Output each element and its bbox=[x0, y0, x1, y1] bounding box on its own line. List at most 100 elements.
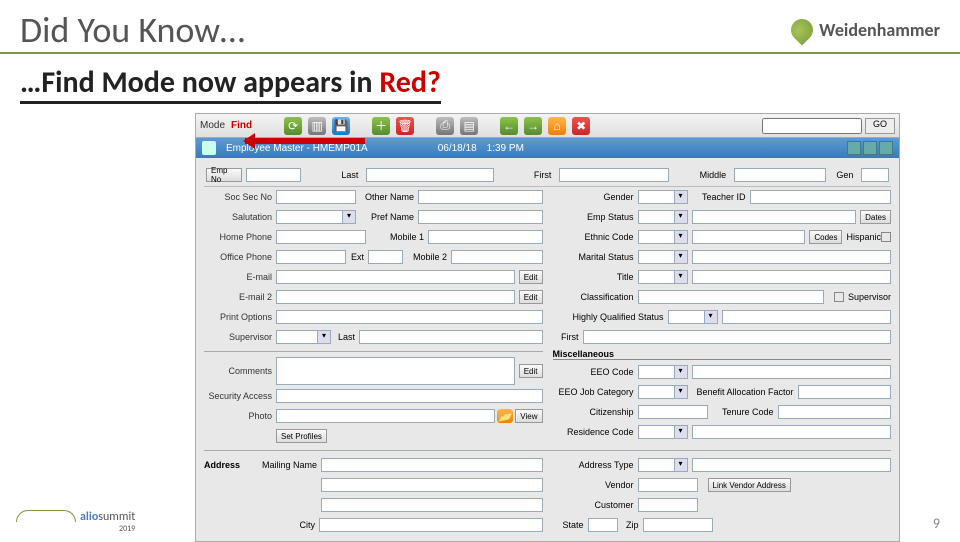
home-phone-field[interactable] bbox=[276, 230, 366, 244]
prev-icon[interactable]: ← bbox=[500, 117, 518, 135]
benefit-field[interactable] bbox=[798, 385, 892, 399]
refresh-icon[interactable]: ⟳ bbox=[284, 117, 302, 135]
hispanic-checkbox[interactable] bbox=[881, 232, 891, 242]
emp-no-button[interactable]: Emp No bbox=[206, 168, 242, 182]
comments-field[interactable] bbox=[276, 357, 515, 385]
first-field[interactable] bbox=[559, 168, 669, 182]
customer-field[interactable] bbox=[638, 498, 698, 512]
state-field[interactable] bbox=[588, 518, 618, 532]
eeo-code-dropdown[interactable] bbox=[638, 365, 688, 379]
minimize-icon[interactable] bbox=[847, 141, 861, 155]
supervisor-dropdown[interactable] bbox=[276, 330, 331, 344]
mobile1-label: Mobile 1 bbox=[366, 232, 428, 242]
address-type-dropdown[interactable] bbox=[638, 458, 688, 472]
close-window-icon[interactable] bbox=[879, 141, 893, 155]
middle-field[interactable] bbox=[734, 168, 826, 182]
email-edit-button[interactable]: Edit bbox=[519, 270, 543, 284]
print-icon[interactable]: ⎙ bbox=[436, 117, 454, 135]
eeo-job-label: EEO Job Category bbox=[553, 387, 638, 397]
columns-icon[interactable]: ▥ bbox=[308, 117, 326, 135]
sup-first-field[interactable] bbox=[583, 330, 892, 344]
email2-label: E-mail 2 bbox=[204, 292, 276, 302]
email2-field[interactable] bbox=[276, 290, 515, 304]
title-dropdown[interactable] bbox=[638, 270, 688, 284]
add-icon[interactable]: ＋ bbox=[372, 117, 390, 135]
zip-label: Zip bbox=[618, 520, 643, 530]
photo-field[interactable] bbox=[276, 409, 495, 423]
residence-desc[interactable] bbox=[692, 425, 892, 439]
supervisor-checkbox[interactable] bbox=[834, 292, 844, 302]
gender-dropdown[interactable] bbox=[638, 190, 688, 204]
hispanic-label: Hispanic bbox=[846, 232, 881, 242]
teacher-id-field[interactable] bbox=[750, 190, 892, 204]
classification-field[interactable] bbox=[638, 290, 824, 304]
ext-field[interactable] bbox=[368, 250, 403, 264]
export-icon[interactable]: ▤ bbox=[460, 117, 478, 135]
office-phone-field[interactable] bbox=[276, 250, 346, 264]
sup-last-field[interactable] bbox=[359, 330, 543, 344]
link-vendor-button[interactable]: Link Vendor Address bbox=[708, 478, 791, 492]
view-button[interactable]: View bbox=[515, 409, 542, 423]
tenure-field[interactable] bbox=[778, 405, 892, 419]
city-field[interactable] bbox=[319, 518, 543, 532]
emp-status-desc[interactable] bbox=[692, 210, 857, 224]
hq-status-desc[interactable] bbox=[722, 310, 892, 324]
ethnic-desc[interactable] bbox=[692, 230, 806, 244]
address-line1-field[interactable] bbox=[321, 478, 543, 492]
form-body: Emp No Last First Middle Gen Soc Sec NoO… bbox=[196, 158, 899, 541]
mobile2-field[interactable] bbox=[451, 250, 543, 264]
zip-field[interactable] bbox=[643, 518, 713, 532]
leaf-icon bbox=[787, 14, 818, 45]
codes-button[interactable]: Codes bbox=[809, 230, 842, 244]
home-icon[interactable]: ⌂ bbox=[548, 117, 566, 135]
print-options-field[interactable] bbox=[276, 310, 543, 324]
pref-name-field[interactable] bbox=[418, 210, 543, 224]
other-name-label: Other Name bbox=[356, 192, 418, 202]
window-time: 1:39 PM bbox=[487, 143, 524, 154]
mobile1-field[interactable] bbox=[428, 230, 543, 244]
mailing-name-field[interactable] bbox=[321, 458, 543, 472]
app-window: Mode Find ⟳ ▥ 💾 ＋ 🗑 ⎙ ▤ ← → ⌂ ✖ GO Emplo… bbox=[195, 113, 900, 542]
title-desc[interactable] bbox=[692, 270, 892, 284]
hq-status-dropdown[interactable] bbox=[668, 310, 718, 324]
eeo-code-desc[interactable] bbox=[692, 365, 892, 379]
citizenship-label: Citizenship bbox=[553, 407, 638, 417]
comments-edit-button[interactable]: Edit bbox=[519, 364, 543, 378]
goto-input[interactable] bbox=[762, 118, 862, 134]
email-field[interactable] bbox=[276, 270, 515, 284]
maximize-icon[interactable] bbox=[863, 141, 877, 155]
next-icon[interactable]: → bbox=[524, 117, 542, 135]
close-icon[interactable]: ✖ bbox=[572, 117, 590, 135]
dates-button[interactable]: Dates bbox=[860, 210, 891, 224]
delete-icon[interactable]: 🗑 bbox=[396, 117, 414, 135]
subtitle-prefix: …Find Mode now appears in bbox=[20, 64, 379, 101]
folder-icon[interactable]: 📂 bbox=[497, 409, 513, 423]
gen-field[interactable] bbox=[861, 168, 889, 182]
address-type-label: Address Type bbox=[553, 460, 638, 470]
marital-dropdown[interactable] bbox=[638, 250, 688, 264]
eeo-code-label: EEO Code bbox=[553, 367, 638, 377]
salutation-dropdown[interactable] bbox=[276, 210, 356, 224]
eeo-job-dropdown[interactable] bbox=[638, 385, 688, 399]
citizenship-field[interactable] bbox=[638, 405, 708, 419]
marital-desc[interactable] bbox=[692, 250, 892, 264]
address-type-desc[interactable] bbox=[692, 458, 892, 472]
ethnic-dropdown[interactable] bbox=[638, 230, 688, 244]
emp-status-dropdown[interactable] bbox=[638, 210, 688, 224]
teacher-id-label: Teacher ID bbox=[688, 192, 750, 202]
go-button[interactable]: GO bbox=[865, 118, 895, 134]
save-icon[interactable]: 💾 bbox=[332, 117, 350, 135]
emp-no-field[interactable] bbox=[246, 168, 301, 182]
footer-year: 2019 bbox=[80, 524, 135, 534]
security-field[interactable] bbox=[276, 389, 543, 403]
residence-dropdown[interactable] bbox=[638, 425, 688, 439]
set-profiles-button[interactable]: Set Profiles bbox=[276, 429, 327, 443]
vendor-field[interactable] bbox=[638, 478, 698, 492]
last-field[interactable] bbox=[366, 168, 494, 182]
soc-sec-field[interactable] bbox=[276, 190, 356, 204]
email2-edit-button[interactable]: Edit bbox=[519, 290, 543, 304]
address-line2-field[interactable] bbox=[321, 498, 543, 512]
other-name-field[interactable] bbox=[418, 190, 543, 204]
last-label: Last bbox=[305, 170, 362, 180]
title-label: Title bbox=[553, 272, 638, 282]
